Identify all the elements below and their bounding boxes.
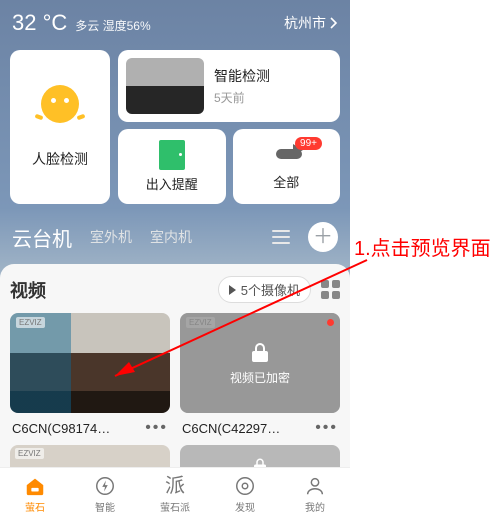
temperature: 32 °C [12, 10, 67, 36]
feature-cards: 人脸检测 智能检测 5天前 出入提醒 99+ 全部 [0, 40, 350, 204]
card-smart-detection[interactable]: 智能检测 5天前 [118, 50, 340, 122]
detection-title: 智能检测 [214, 66, 270, 86]
city-label: 杭州市 [284, 13, 326, 33]
card-face-label: 人脸检测 [32, 149, 88, 169]
video-tile-1[interactable]: EZVIZ C6CN(C98174… ••• [10, 313, 170, 437]
video-grid: EZVIZ C6CN(C98174… ••• EZVIZ 视频已加密 [10, 313, 340, 437]
tab-indoor[interactable]: 室内机 [150, 227, 192, 247]
video-panel-title: 视频 [10, 277, 46, 303]
discover-icon [233, 475, 257, 497]
card-inout-alert[interactable]: 出入提醒 [118, 129, 226, 204]
video-panel-header: 视频 5个摄像机 [10, 276, 340, 303]
face-icon [41, 85, 79, 123]
video-locked-overlay: 视频已加密 [180, 313, 340, 413]
nav-home-label: 萤石 [25, 499, 45, 514]
video-locked-text: 视频已加密 [230, 369, 290, 386]
weather-detail: 多云 湿度56% [75, 17, 150, 34]
video-more-2[interactable]: ••• [315, 419, 338, 437]
chevron-right-icon [330, 17, 338, 29]
home-icon [23, 475, 47, 497]
device-tab-bar: 云台机 室外机 室内机 ＋ [0, 204, 350, 260]
card-all[interactable]: 99+ 全部 [233, 129, 341, 204]
grid-layout-icon[interactable] [321, 280, 340, 299]
brand-watermark: EZVIZ [15, 448, 44, 459]
nav-smart[interactable]: 智能 [70, 468, 140, 521]
add-device-button[interactable]: ＋ [308, 222, 338, 252]
menu-icon[interactable] [272, 230, 290, 244]
nav-discover-label: 发现 [235, 499, 255, 514]
all-label: 全部 [273, 172, 299, 191]
recording-indicator [327, 319, 334, 326]
card-face-detection[interactable]: 人脸检测 [10, 50, 110, 204]
inout-label: 出入提醒 [146, 174, 198, 193]
lock-icon [248, 341, 272, 365]
person-icon [303, 475, 327, 497]
video-preview-1[interactable]: EZVIZ [10, 313, 170, 413]
brand-watermark: EZVIZ [16, 317, 45, 328]
video-preview-2[interactable]: EZVIZ 视频已加密 [180, 313, 340, 413]
camera-count-label: 5个摄像机 [241, 280, 300, 299]
video-more-1[interactable]: ••• [145, 419, 168, 437]
tab-outdoor[interactable]: 室外机 [90, 227, 132, 247]
nav-pi-label: 萤石派 [160, 499, 190, 514]
detection-thumbnail [126, 58, 204, 114]
nav-smart-label: 智能 [95, 499, 115, 514]
nav-pi[interactable]: 派 萤石派 [140, 468, 210, 521]
tab-ptz[interactable]: 云台机 [12, 223, 72, 252]
weather-header: 32 °C 多云 湿度56% 杭州市 [0, 0, 350, 40]
bottom-nav: 萤石 智能 派 萤石派 发现 我的 [0, 467, 350, 521]
city-selector[interactable]: 杭州市 [284, 13, 338, 33]
nav-mine[interactable]: 我的 [280, 468, 350, 521]
all-badge: 99+ [295, 137, 322, 150]
pi-icon: 派 [165, 475, 185, 497]
nav-home[interactable]: 萤石 [0, 468, 70, 521]
play-icon [229, 285, 236, 295]
video-name-1: C6CN(C98174… [12, 421, 110, 436]
phone-frame: 32 °C 多云 湿度56% 杭州市 人脸检测 智能检测 5天前 [0, 0, 350, 521]
detection-subtitle: 5天前 [214, 89, 270, 106]
camera-count-pill[interactable]: 5个摄像机 [218, 276, 311, 303]
bolt-icon [93, 475, 117, 497]
video-tile-2[interactable]: EZVIZ 视频已加密 C6CN(C42297… ••• [180, 313, 340, 437]
nav-discover[interactable]: 发现 [210, 468, 280, 521]
annotation-text: 1.点击预览界面 [354, 236, 494, 263]
video-name-2: C6CN(C42297… [182, 421, 280, 436]
door-icon [159, 140, 185, 170]
nav-mine-label: 我的 [305, 499, 325, 514]
